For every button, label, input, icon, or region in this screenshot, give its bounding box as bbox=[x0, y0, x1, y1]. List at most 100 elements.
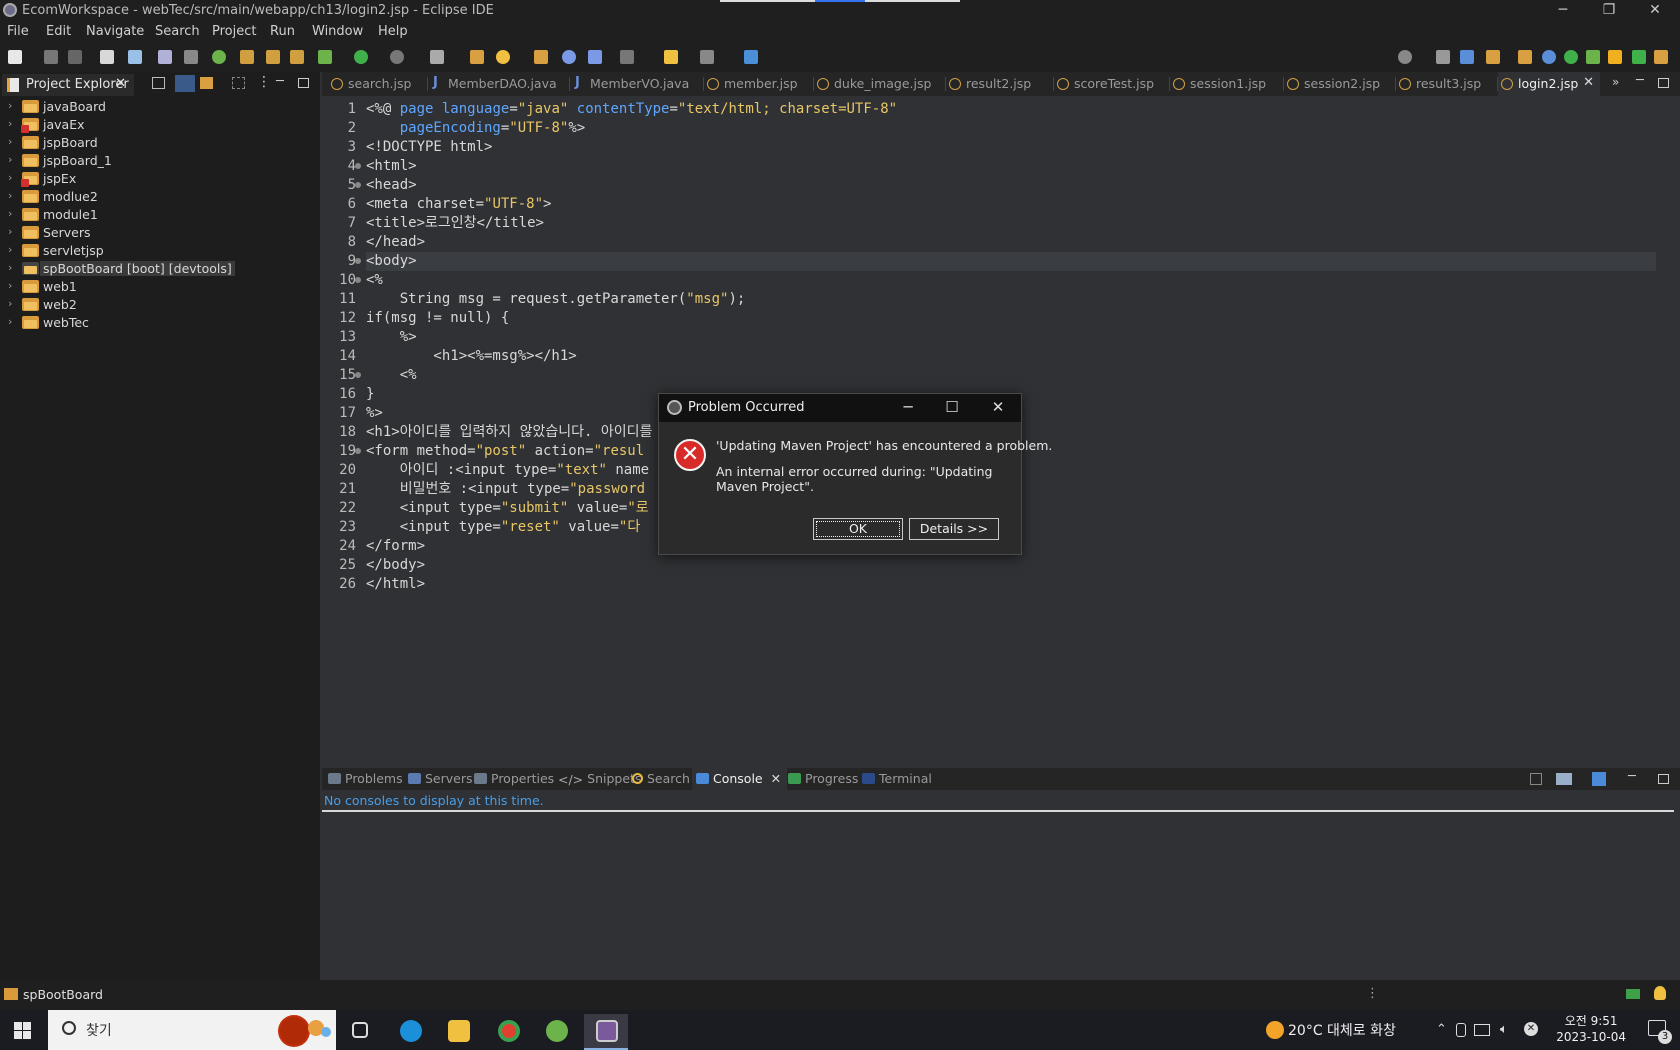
windows-start-icon[interactable] bbox=[14, 1022, 31, 1039]
search-toolbar-icon[interactable] bbox=[496, 50, 510, 64]
terminal-icon[interactable] bbox=[128, 50, 142, 64]
tab-duke-image-jsp[interactable]: duke_image.jsp bbox=[814, 72, 946, 96]
menu-file[interactable]: File bbox=[7, 24, 29, 39]
status-menu-icon[interactable]: ⋮ bbox=[1366, 986, 1379, 1001]
fold-toggle-icon[interactable] bbox=[355, 163, 361, 169]
chrome-app[interactable] bbox=[486, 1014, 530, 1050]
run-icon[interactable] bbox=[354, 50, 368, 64]
external-tools-icon[interactable] bbox=[430, 50, 444, 64]
code-line[interactable]: <!DOCTYPE html> bbox=[366, 138, 492, 157]
collapse-all-icon[interactable] bbox=[152, 77, 165, 89]
tab-membervo-java[interactable]: J MemberVO.java bbox=[570, 72, 704, 96]
code-line[interactable]: <title>로그인창</title> bbox=[366, 214, 544, 233]
tab-result3-jsp[interactable]: result3.jsp bbox=[1396, 72, 1498, 96]
open-type-icon[interactable] bbox=[100, 50, 114, 64]
code-line[interactable]: <input type="reset" value="다 bbox=[366, 518, 641, 537]
filter-icon[interactable] bbox=[200, 77, 213, 89]
code-line[interactable]: pageEncoding="UTF-8"%> bbox=[366, 119, 585, 138]
tab-console[interactable]: Console ✕ bbox=[692, 768, 788, 790]
file-explorer-app[interactable] bbox=[436, 1014, 480, 1050]
spring-status-icon[interactable] bbox=[1626, 989, 1640, 999]
menu-run[interactable]: Run bbox=[270, 24, 295, 39]
open-perspective-icon[interactable] bbox=[1436, 50, 1450, 64]
menu-search[interactable]: Search bbox=[155, 24, 200, 39]
tab-problems[interactable]: Problems bbox=[328, 771, 403, 786]
minimize-button[interactable]: ─ bbox=[1540, 0, 1586, 22]
dialog-close-button[interactable]: ✕ bbox=[983, 398, 1013, 416]
pin-editor-icon[interactable] bbox=[744, 50, 758, 64]
open-task-icon[interactable] bbox=[534, 50, 548, 64]
code-line[interactable]: %> bbox=[366, 328, 417, 347]
display-console-icon[interactable] bbox=[1556, 773, 1572, 785]
code-line[interactable]: </body> bbox=[366, 556, 425, 575]
focus-icon[interactable] bbox=[232, 77, 245, 89]
code-line[interactable]: <% bbox=[366, 366, 417, 385]
debug-perspective-icon[interactable] bbox=[1586, 50, 1600, 64]
tab-search-jsp[interactable]: search.jsp bbox=[328, 72, 428, 96]
team-perspective-icon[interactable] bbox=[1608, 50, 1622, 64]
spring-stop-icon[interactable] bbox=[290, 50, 304, 64]
eclipse-app[interactable] bbox=[584, 1014, 628, 1050]
ok-button[interactable]: OK bbox=[813, 518, 903, 540]
code-line[interactable]: </head> bbox=[366, 233, 425, 252]
code-line[interactable]: <%@ page language="java" contentType="te… bbox=[366, 100, 897, 119]
close-tab-icon[interactable]: ✕ bbox=[1583, 75, 1594, 90]
network-icon[interactable] bbox=[1474, 1024, 1490, 1036]
menu-edit[interactable]: Edit bbox=[46, 24, 71, 39]
code-line[interactable]: </html> bbox=[366, 575, 425, 594]
taskbar-search-box[interactable]: 찾기 bbox=[48, 1010, 336, 1050]
weather-text[interactable]: 20°C 대체로 화창 bbox=[1288, 1020, 1396, 1040]
volume-icon[interactable]: 🔈︎ bbox=[1500, 1022, 1508, 1037]
code-line[interactable]: %> bbox=[366, 404, 383, 423]
tab-servers[interactable]: Servers bbox=[408, 771, 473, 786]
code-line[interactable]: <html> bbox=[366, 157, 417, 176]
tab-search[interactable]: Search bbox=[632, 771, 690, 786]
close-icon[interactable]: ✕ bbox=[115, 76, 126, 91]
lightbulb-icon[interactable] bbox=[1654, 986, 1666, 1000]
git-perspective-icon[interactable] bbox=[1564, 50, 1578, 64]
code-line[interactable]: } bbox=[366, 385, 374, 404]
tab-terminal[interactable]: Terminal bbox=[862, 771, 932, 786]
code-line[interactable]: <body> bbox=[366, 252, 1656, 271]
tab-login2-jsp[interactable]: login2.jsp ✕ bbox=[1498, 72, 1600, 96]
spring-boot-icon[interactable] bbox=[212, 50, 226, 64]
code-line[interactable]: if(msg != null) { bbox=[366, 309, 509, 328]
resource-perspective-icon[interactable] bbox=[1632, 50, 1646, 64]
minimize-editor-icon[interactable]: ─ bbox=[1636, 73, 1644, 88]
code-line[interactable]: <% bbox=[366, 271, 383, 290]
code-line[interactable]: 비밀번호 :<input type="password bbox=[366, 480, 645, 499]
dialog-minimize-button[interactable]: ─ bbox=[893, 398, 923, 416]
code-line[interactable]: <h1><%=msg%></h1> bbox=[366, 347, 576, 366]
fold-toggle-icon[interactable] bbox=[355, 448, 361, 454]
maximize-view-icon[interactable] bbox=[298, 78, 309, 88]
maximize-editor-icon[interactable] bbox=[1658, 78, 1669, 88]
fold-toggle-icon[interactable] bbox=[355, 182, 361, 188]
tab-snippets[interactable]: </> Snippets bbox=[558, 771, 641, 787]
menu-project[interactable]: Project bbox=[212, 24, 256, 39]
minimize-view-icon[interactable]: ─ bbox=[276, 74, 284, 89]
code-line[interactable]: <meta charset="UTF-8"> bbox=[366, 195, 551, 214]
java-perspective-icon[interactable] bbox=[1486, 50, 1500, 64]
plugin-perspective-icon[interactable] bbox=[1654, 50, 1668, 64]
spring-tools-app[interactable] bbox=[534, 1014, 578, 1050]
web-browser-icon[interactable] bbox=[562, 50, 576, 64]
task-view-app[interactable] bbox=[338, 1014, 382, 1050]
edge-app[interactable] bbox=[388, 1014, 432, 1050]
tab-progress[interactable]: Progress bbox=[788, 771, 858, 786]
fold-toggle-icon[interactable] bbox=[355, 277, 361, 283]
skip-breakpoints-icon[interactable] bbox=[158, 50, 172, 64]
tab-member-jsp[interactable]: member.jsp bbox=[704, 72, 814, 96]
code-line[interactable]: <h1>아이디를 입력하지 않았습니다. 아이디를 입 bbox=[366, 423, 674, 442]
close-console-icon[interactable]: ✕ bbox=[771, 771, 781, 786]
clock[interactable]: 오전 9:51 2023-10-04 bbox=[1556, 1013, 1626, 1045]
maximize-panel-icon[interactable] bbox=[1658, 774, 1669, 784]
coverage-icon[interactable] bbox=[390, 50, 404, 64]
maximize-button[interactable]: ❐ bbox=[1586, 0, 1632, 22]
next-annotation-icon[interactable] bbox=[620, 50, 634, 64]
more-tabs-icon[interactable]: » bbox=[1612, 75, 1619, 89]
pin-console-icon[interactable] bbox=[1530, 773, 1542, 785]
dialog-maximize-button[interactable]: ☐ bbox=[937, 398, 967, 416]
debug-icon[interactable] bbox=[318, 50, 332, 64]
menu-navigate[interactable]: Navigate bbox=[86, 24, 144, 39]
web-perspective-icon[interactable] bbox=[1542, 50, 1556, 64]
